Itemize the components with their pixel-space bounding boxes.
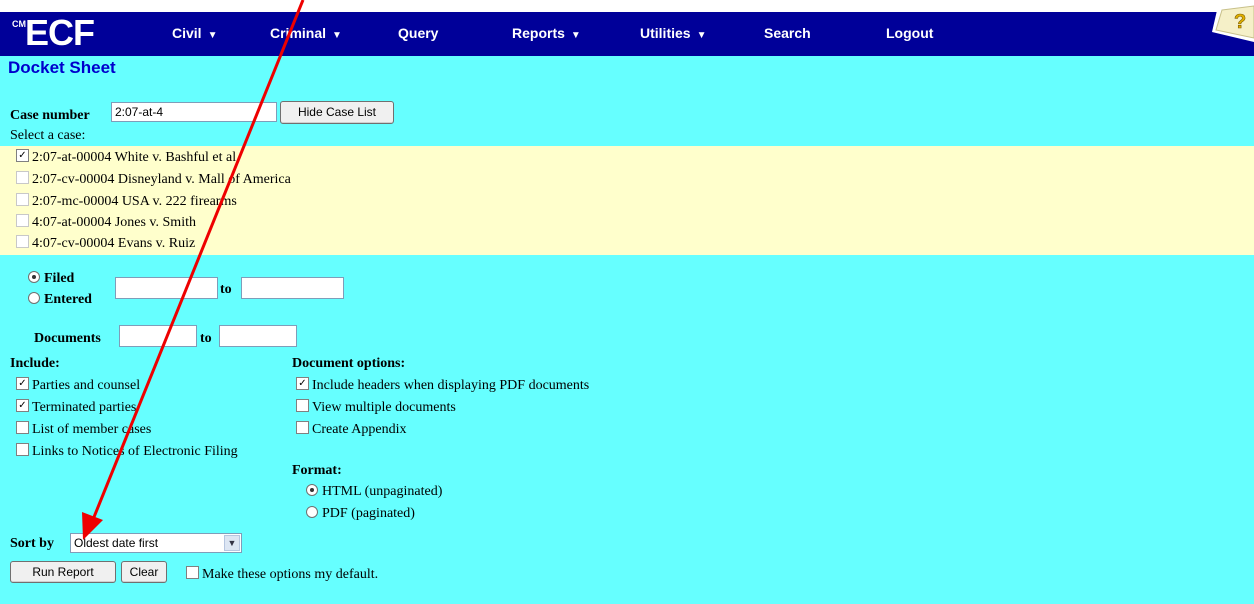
checkbox[interactable]: [296, 399, 309, 412]
checkbox[interactable]: [16, 443, 29, 456]
logo-text: ECF: [25, 12, 95, 53]
include-member-cases-option[interactable]: List of member cases: [16, 421, 151, 438]
help-icon[interactable]: ?: [1208, 2, 1254, 42]
documents-to-label: to: [200, 331, 212, 346]
radio[interactable]: [306, 484, 318, 496]
hide-case-list-button[interactable]: Hide Case List: [280, 101, 394, 124]
include-terminated-option[interactable]: Terminated parties: [16, 399, 136, 416]
document-options-heading: Document options:: [292, 356, 406, 371]
svg-text:?: ?: [1234, 11, 1246, 33]
date-to-input[interactable]: [241, 277, 344, 299]
checkbox[interactable]: [16, 149, 29, 162]
doc-option-appendix[interactable]: Create Appendix: [296, 421, 406, 438]
top-strip: [0, 0, 1254, 12]
checkbox[interactable]: [296, 377, 309, 390]
documents-label: Documents: [34, 331, 101, 346]
case-item[interactable]: 4:07-at-00004 Jones v. Smith: [16, 214, 196, 234]
checkbox[interactable]: [16, 377, 29, 390]
menu-criminal[interactable]: Criminal ▼: [270, 25, 342, 41]
date-to-label: to: [220, 282, 232, 297]
checkbox[interactable]: [16, 193, 29, 206]
clear-button[interactable]: Clear: [121, 561, 167, 583]
cmecf-logo[interactable]: CM ECF: [12, 12, 132, 58]
chevron-down-icon: ▼: [332, 30, 342, 41]
checkbox[interactable]: [16, 421, 29, 434]
menu-logout[interactable]: Logout: [886, 25, 933, 41]
radio[interactable]: [28, 271, 40, 283]
page-title: Docket Sheet: [8, 58, 116, 77]
date-from-input[interactable]: [115, 277, 218, 299]
run-report-button[interactable]: Run Report: [10, 561, 116, 583]
checkbox[interactable]: [16, 399, 29, 412]
include-heading: Include:: [10, 356, 60, 371]
include-nef-links-option[interactable]: Links to Notices of Electronic Filing: [16, 443, 238, 460]
case-item[interactable]: 2:07-cv-00004 Disneyland v. Mall of Amer…: [16, 171, 291, 191]
radio[interactable]: [28, 292, 40, 304]
doc-option-headers[interactable]: Include headers when displaying PDF docu…: [296, 377, 589, 394]
documents-to-input[interactable]: [219, 325, 297, 347]
radio[interactable]: [306, 506, 318, 518]
menu-search[interactable]: Search: [764, 25, 811, 41]
case-number-label: Case number: [10, 108, 90, 123]
chevron-down-icon: ▼: [207, 30, 218, 41]
default-options-checkbox[interactable]: Make these options my default.: [186, 566, 378, 583]
case-number-input[interactable]: [111, 102, 277, 122]
checkbox[interactable]: [16, 214, 29, 227]
checkbox[interactable]: [16, 235, 29, 248]
sort-by-label: Sort by: [10, 536, 54, 551]
filed-radio-option[interactable]: Filed: [28, 271, 74, 287]
checkbox[interactable]: [296, 421, 309, 434]
entered-radio-option[interactable]: Entered: [28, 292, 92, 308]
menu-civil[interactable]: Civil ▼: [172, 25, 217, 41]
docket-sheet-page: CM ECF Civil ▼ Criminal ▼ Query Reports ▼ U…: [0, 0, 1254, 604]
menu-reports[interactable]: Reports ▼: [512, 25, 581, 41]
logo-badge: CM: [12, 19, 26, 29]
menu-query[interactable]: Query: [398, 25, 438, 41]
format-html-option[interactable]: HTML (unpaginated): [306, 484, 442, 500]
documents-from-input[interactable]: [119, 325, 197, 347]
select-case-label: Select a case:: [10, 128, 86, 143]
case-item[interactable]: 4:07-cv-00004 Evans v. Ruiz: [16, 235, 195, 255]
case-list: 2:07-at-00004 White v. Bashful et al 2:0…: [0, 146, 1254, 255]
chevron-down-icon: ▼: [224, 535, 240, 551]
case-item[interactable]: 2:07-at-00004 White v. Bashful et al: [16, 149, 236, 169]
format-heading: Format:: [292, 463, 342, 478]
doc-option-multiple[interactable]: View multiple documents: [296, 399, 456, 416]
checkbox[interactable]: [16, 171, 29, 184]
include-parties-option[interactable]: Parties and counsel: [16, 377, 140, 394]
format-pdf-option[interactable]: PDF (paginated): [306, 506, 415, 522]
sort-by-select[interactable]: Oldest date first ▼: [70, 533, 242, 553]
checkbox[interactable]: [186, 566, 199, 579]
annotation-arrow: [82, 0, 305, 540]
chevron-down-icon: ▼: [696, 30, 707, 41]
chevron-down-icon: ▼: [570, 30, 581, 41]
case-item[interactable]: 2:07-mc-00004 USA v. 222 firearms: [16, 193, 237, 213]
menu-utilities[interactable]: Utilities ▼: [640, 25, 706, 41]
